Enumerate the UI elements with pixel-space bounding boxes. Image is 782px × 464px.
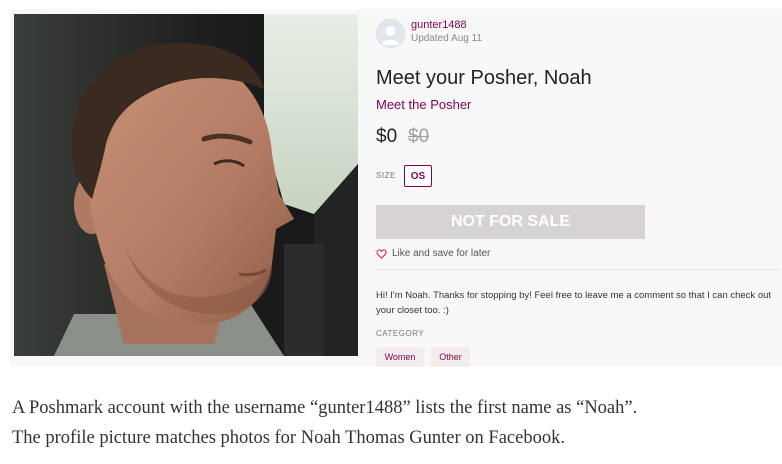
like-save-link[interactable]: Like and save for later: [376, 248, 490, 259]
category-label: CATEGORY: [376, 329, 425, 338]
like-save-text: Like and save for later: [392, 248, 491, 259]
caption-line-1: A Poshmark account with the username “gu…: [12, 398, 638, 418]
updated-timestamp: Updated Aug 11: [411, 33, 482, 44]
profile-photo: [14, 14, 358, 356]
original-price: $0: [408, 126, 430, 147]
username-link[interactable]: gunter1488: [411, 19, 467, 31]
category-tag-women[interactable]: Women: [376, 347, 424, 367]
listing-price: $0: [376, 126, 398, 147]
section-divider: [376, 269, 780, 270]
category-tag-other[interactable]: Other: [431, 347, 470, 367]
listing-description: Hi! I'm Noah. Thanks for stopping by! Fe…: [376, 290, 772, 316]
not-for-sale-button[interactable]: NOT FOR SALE: [376, 205, 645, 239]
listing-title: Meet your Posher, Noah: [376, 67, 592, 89]
heart-outline-icon: [376, 248, 387, 259]
figure-caption: A Poshmark account with the username “gu…: [12, 393, 777, 453]
size-label: SIZE: [376, 171, 396, 180]
listing-subtitle[interactable]: Meet the Posher: [376, 97, 471, 112]
user-avatar[interactable]: [376, 19, 405, 48]
size-option[interactable]: OS: [404, 165, 432, 187]
avatar-placeholder-icon: [377, 20, 404, 47]
caption-line-2: The profile picture matches photos for N…: [12, 428, 565, 448]
